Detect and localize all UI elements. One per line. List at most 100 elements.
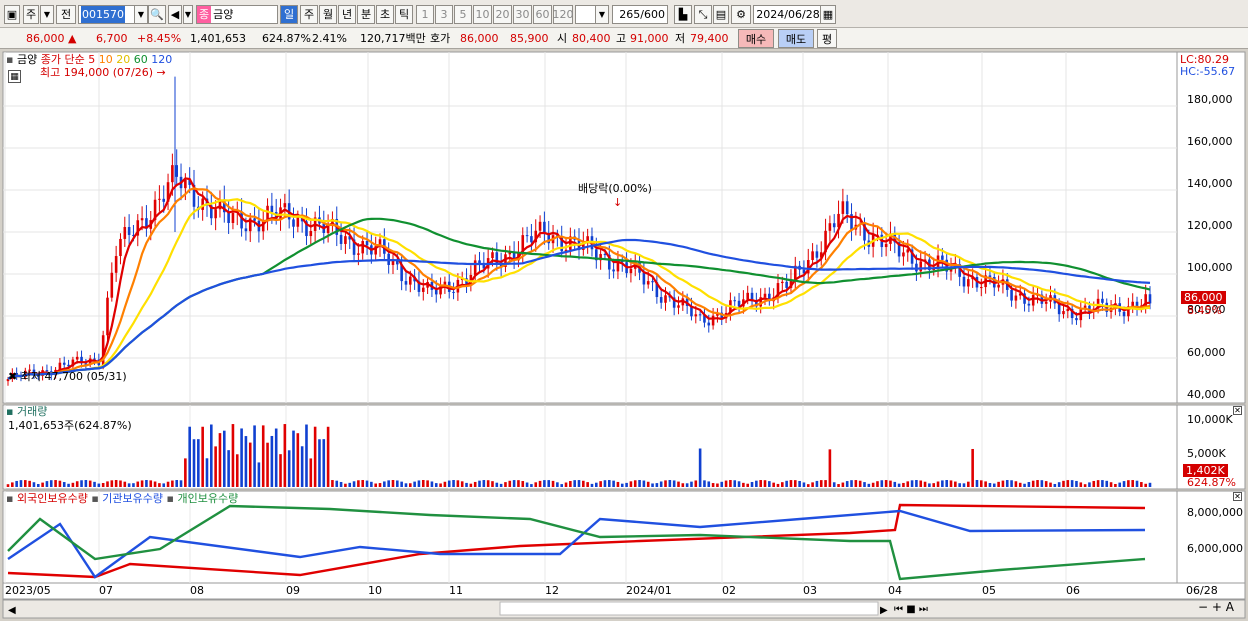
buy-button[interactable]: 매수	[738, 29, 774, 48]
volume-bar	[902, 482, 905, 487]
stock-code-input[interactable]: 001570	[78, 5, 136, 24]
volume-bar	[1122, 481, 1126, 487]
volume-bar	[486, 480, 490, 487]
x-label-03: 03	[803, 584, 817, 597]
speaker-dropdown-icon[interactable]: ▼	[183, 5, 193, 24]
stock-chart[interactable]: ◀ ▶	[0, 49, 1248, 621]
volume-bar	[110, 480, 114, 487]
calendar-icon[interactable]: ▦	[820, 5, 836, 24]
volume-bar	[992, 483, 996, 487]
volume-panel[interactable]	[2, 404, 1178, 490]
interval-dropdown-icon[interactable]: ▼	[595, 5, 609, 24]
stop-icon[interactable]: ■	[906, 604, 915, 615]
interval-30[interactable]: 30	[513, 5, 532, 24]
volume-bar	[979, 480, 983, 487]
period-tick[interactable]: 틱	[395, 5, 413, 24]
candle-body	[525, 235, 529, 237]
candle-body	[75, 356, 79, 360]
scroll-right-icon[interactable]: ▶	[880, 605, 888, 616]
volume-bar	[819, 480, 823, 487]
candle-body	[746, 292, 750, 300]
market-dropdown-icon[interactable]: ▼	[40, 5, 54, 24]
bar-count-field[interactable]: 265/600	[612, 5, 668, 24]
high-price: 91,000	[630, 32, 669, 45]
y-tick-160000: 160,000	[1187, 135, 1233, 148]
holding-close-icon[interactable]: ✕	[1233, 492, 1242, 501]
save-icon[interactable]: ▤	[713, 5, 729, 24]
stock-name: 금양	[213, 8, 234, 21]
prev-button[interactable]: 전	[56, 5, 76, 24]
volume-bar	[590, 483, 594, 487]
candle-body	[1027, 303, 1031, 306]
volume-bar	[140, 480, 144, 487]
draw-tool-icon[interactable]: ⤡	[694, 5, 712, 24]
volume-bar	[443, 481, 447, 487]
high-label: 고	[616, 32, 627, 45]
last-page-icon[interactable]: ⏭	[919, 604, 928, 615]
candle-body	[1014, 295, 1018, 301]
first-page-icon[interactable]: ⏮	[894, 604, 903, 615]
code-dropdown-icon[interactable]: ▼	[134, 5, 148, 24]
period-year[interactable]: 년	[338, 5, 356, 24]
volume-bar	[906, 481, 910, 487]
candle-body	[1122, 311, 1126, 317]
volume-bar	[413, 481, 416, 487]
candle-body	[919, 261, 923, 272]
volume-bar	[1105, 480, 1109, 487]
period-second[interactable]: 초	[376, 5, 394, 24]
interval-3[interactable]: 3	[435, 5, 453, 24]
volume-bar	[508, 480, 512, 487]
candle-body	[811, 251, 814, 261]
volume-bar	[1135, 480, 1139, 487]
hc-value: HC:-55.67	[1180, 65, 1236, 78]
volume-bar	[248, 442, 252, 487]
volume-close-icon[interactable]: ✕	[1233, 406, 1242, 415]
volume-bar	[863, 482, 866, 487]
avg-button[interactable]: 평	[817, 29, 837, 48]
scroll-thumb[interactable]	[499, 601, 879, 616]
volume-bar	[1053, 483, 1057, 487]
interval-120[interactable]: 120	[553, 5, 574, 24]
candle-body	[140, 218, 144, 221]
volume-bar	[716, 483, 719, 487]
zoom-out-icon[interactable]: −	[1198, 600, 1208, 614]
window-menu-icon[interactable]: ▣	[4, 5, 20, 24]
scroll-left-icon[interactable]: ◀	[8, 605, 16, 616]
zoom-in-icon[interactable]: +	[1212, 600, 1222, 614]
interval-5[interactable]: 5	[454, 5, 472, 24]
x-label-09: 09	[286, 584, 300, 597]
interval-10[interactable]: 10	[473, 5, 492, 24]
volume-bar	[71, 482, 75, 487]
chart-type-icon[interactable]: ▙	[674, 5, 692, 24]
date-input[interactable]: 2024/06/28	[753, 5, 823, 24]
volume-bar	[733, 480, 737, 487]
volume-bar	[841, 482, 845, 487]
volume-bar	[824, 480, 827, 487]
period-week[interactable]: 주	[300, 5, 318, 24]
legend-marker-icon: ▪	[6, 53, 14, 66]
low-price: 79,400	[690, 32, 729, 45]
interval-1[interactable]: 1	[416, 5, 434, 24]
volume-bar	[828, 449, 832, 487]
sell-button[interactable]: 매도	[778, 29, 814, 48]
volume-bar	[781, 482, 784, 487]
interval-60[interactable]: 60	[533, 5, 552, 24]
volume-bar	[867, 483, 871, 487]
candle-body	[227, 212, 230, 223]
price-panel[interactable]	[2, 51, 1178, 404]
volume-bar	[32, 482, 36, 487]
volume-bar	[1070, 480, 1074, 487]
period-minute[interactable]: 분	[357, 5, 375, 24]
search-icon[interactable]: 🔍	[148, 5, 166, 24]
period-month[interactable]: 월	[319, 5, 337, 24]
volume-bar	[222, 430, 226, 487]
period-day[interactable]: 일	[280, 5, 298, 24]
market-toggle[interactable]: 주	[23, 5, 39, 24]
stock-name-field[interactable]: 종 금양	[196, 5, 278, 24]
interval-20[interactable]: 20	[493, 5, 512, 24]
settings-gear-icon[interactable]: ⚙	[731, 5, 751, 24]
table-view-icon[interactable]: ▦	[8, 70, 21, 83]
auto-scale-icon[interactable]: A	[1226, 600, 1234, 614]
volume-bar	[192, 439, 196, 487]
speaker-icon[interactable]: ◀	[168, 5, 182, 24]
